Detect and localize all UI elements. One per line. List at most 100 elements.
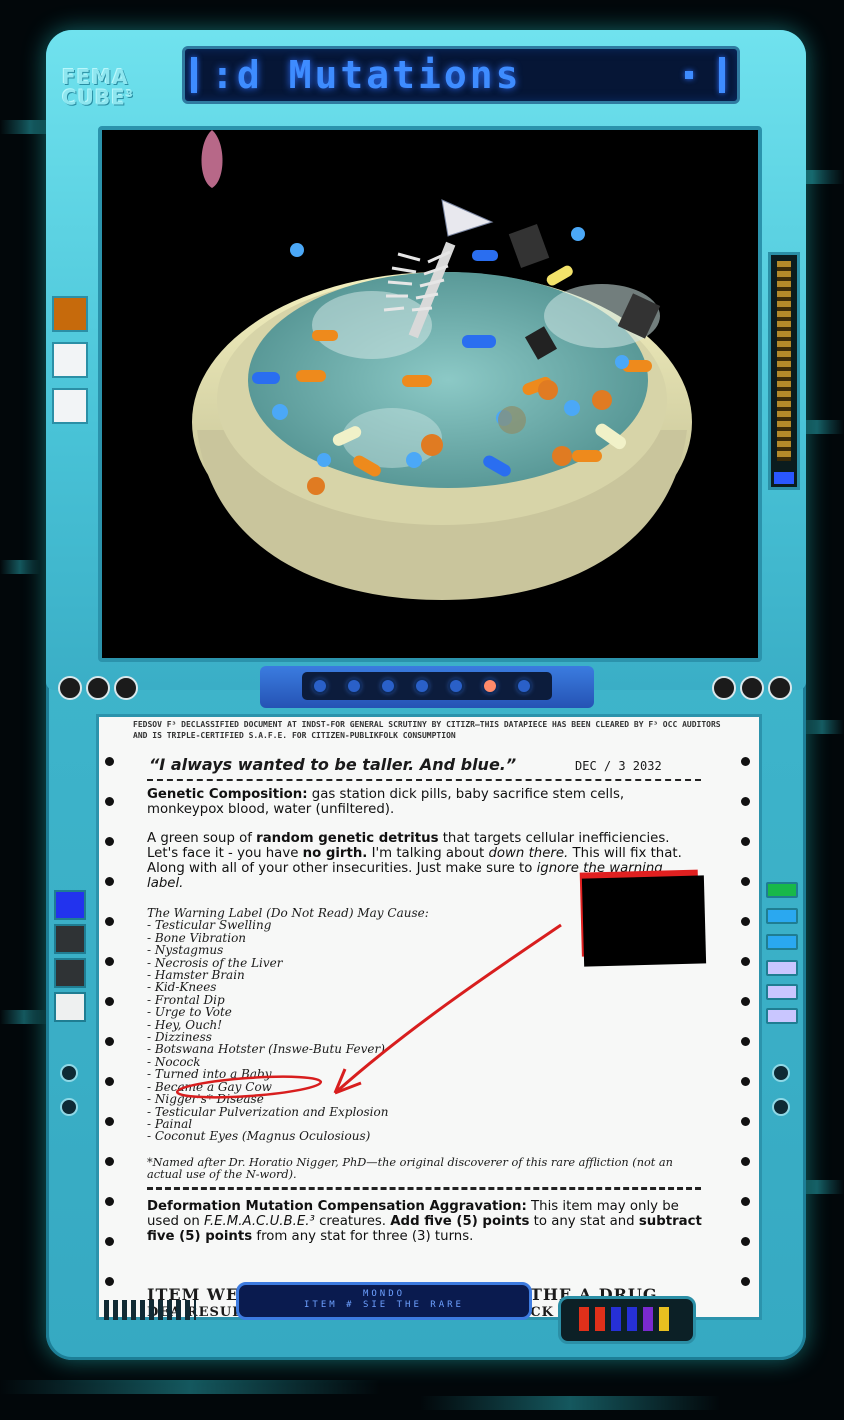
top-bezel: FEMA CUBE3 :d Mutations: [46, 30, 806, 708]
desc-bold: no girth.: [302, 846, 368, 861]
color-slot-cyan[interactable]: [766, 908, 798, 924]
composition-label: Genetic Composition:: [147, 787, 308, 802]
screw-icon: [772, 1098, 790, 1116]
color-slot-green[interactable]: [766, 882, 798, 898]
fema-cube-logo: FEMA CUBE3: [62, 65, 134, 108]
genetic-composition: Genetic Composition: gas station dick pi…: [147, 787, 703, 817]
perforation-hole: [105, 1157, 114, 1166]
power-meter: [768, 252, 800, 490]
palette-chip-yellow[interactable]: [659, 1307, 669, 1331]
title-blip: [685, 71, 693, 79]
desc-part: I'm talking about: [367, 846, 489, 861]
left-knob[interactable]: [58, 676, 82, 700]
led-indicator-active: [484, 680, 496, 692]
perforation-hole: [105, 757, 114, 766]
document-fineprint: FEDSOV F³ DECLASSIFIED DOCUMENT AT INDST…: [133, 720, 721, 740]
perforation-hole: [105, 917, 114, 926]
warning-item: - Nystagmus: [147, 943, 224, 958]
perforation-hole: [105, 1117, 114, 1126]
perforation-hole: [105, 877, 114, 886]
perforation-hole: [741, 917, 750, 926]
desc-part: A green soup of: [147, 831, 257, 846]
item-image-screen: [98, 126, 762, 662]
declassified-document: FEDSOV F³ DECLASSIFIED DOCUMENT AT INDST…: [99, 717, 759, 1317]
color-slot-lavender[interactable]: [766, 984, 798, 1000]
palette-chip-purple[interactable]: [643, 1307, 653, 1331]
color-slot-cyan[interactable]: [766, 934, 798, 950]
perforation-hole: [741, 1277, 750, 1286]
perforation-hole: [741, 1237, 750, 1246]
led-indicator: [518, 680, 530, 692]
side-button-active[interactable]: [52, 296, 88, 332]
glitch-band: [0, 560, 40, 574]
glitch-band: [0, 1380, 380, 1394]
perforation-hole: [105, 997, 114, 1006]
meter-fill: [774, 472, 794, 484]
color-slot-lavender[interactable]: [766, 960, 798, 976]
rule-bold: Add five (5) points: [390, 1214, 530, 1229]
item-tag-display: MONDO ITEM # SIE THE RARE: [236, 1282, 532, 1320]
perforation-hole: [741, 797, 750, 806]
rule-text: to any stat and: [529, 1214, 639, 1229]
screw-icon: [60, 1064, 78, 1082]
color-slot-lavender[interactable]: [766, 1008, 798, 1024]
led-indicator: [450, 680, 462, 692]
dashed-divider: [147, 1187, 701, 1190]
screw-icon: [772, 1064, 790, 1082]
perforation-hole: [105, 837, 114, 846]
rule-label: Deformation Mutation Compensation Aggrav…: [147, 1199, 527, 1214]
logo-line-1: FEMA: [62, 65, 129, 89]
color-slot-white[interactable]: [54, 992, 86, 1022]
side-button[interactable]: [52, 342, 88, 378]
footnote: *Named after Dr. Horatio Nigger, PhD—the…: [147, 1156, 673, 1181]
right-knob[interactable]: [712, 676, 736, 700]
warning-item: - Testicular Pulverization and Explosion: [147, 1104, 389, 1119]
perforation-hole: [105, 1077, 114, 1086]
palette-chip-blue[interactable]: [611, 1307, 621, 1331]
color-palette: [558, 1296, 696, 1344]
glitch-band: [420, 1396, 720, 1410]
palette-chip-red[interactable]: [579, 1307, 589, 1331]
title-cursor-left: [191, 57, 197, 93]
tag-line-1: MONDO: [362, 1289, 406, 1299]
item-quote: “I always wanted to be taller. And blue.…: [149, 755, 517, 774]
glitch-band: [0, 1010, 48, 1024]
perforation-hole: [105, 1277, 114, 1286]
speaker-grill: [104, 1300, 196, 1320]
right-knob[interactable]: [768, 676, 792, 700]
color-slot-blue[interactable]: [54, 890, 86, 920]
right-knob[interactable]: [740, 676, 764, 700]
warning-item: - Kid-Knees: [147, 980, 217, 995]
perforation-hole: [105, 1237, 114, 1246]
logo-line-2-wrap: CUBE3: [62, 86, 134, 108]
led-indicator: [314, 680, 326, 692]
led-indicator: [416, 680, 428, 692]
logo-superscript: 3: [125, 89, 134, 100]
perforation-hole: [741, 757, 750, 766]
left-knob[interactable]: [86, 676, 110, 700]
perforation-hole: [105, 957, 114, 966]
warning-label: The Warning Label (Do Not Read) May Caus…: [147, 907, 467, 1143]
color-slot-dark[interactable]: [54, 958, 86, 988]
palette-chip-blue[interactable]: [627, 1307, 637, 1331]
rule-text: creatures.: [314, 1214, 391, 1229]
fema-cube-device: FEMA CUBE3 :d Mutations FEDSOV F³ DECLAS…: [46, 30, 806, 1360]
color-slot-dark[interactable]: [54, 924, 86, 954]
document-date: DEC / 3 2032: [575, 759, 662, 773]
perforation-hole: [105, 1037, 114, 1046]
warning-item: - Coconut Eyes (Magnus Oculosious): [147, 1129, 371, 1144]
perforation-hole: [741, 877, 750, 886]
rule-italic: F.E.M.A.C.U.B.E.³: [204, 1214, 315, 1229]
screw-icon: [60, 1098, 78, 1116]
left-knob[interactable]: [114, 676, 138, 700]
side-button[interactable]: [52, 388, 88, 424]
perforation-hole: [741, 1197, 750, 1206]
palette-chip-red[interactable]: [595, 1307, 605, 1331]
item-title: :d Mutations: [211, 53, 522, 97]
warning-item: - Turned into a Baby: [147, 1067, 272, 1082]
desc-italic: down there.: [488, 846, 569, 861]
warning-item: - Urge to Vote: [147, 1005, 232, 1020]
glitch-band: [800, 720, 844, 734]
document-viewport[interactable]: FEDSOV F³ DECLASSIFIED DOCUMENT AT INDST…: [96, 714, 762, 1320]
meter-rail: [777, 261, 791, 461]
